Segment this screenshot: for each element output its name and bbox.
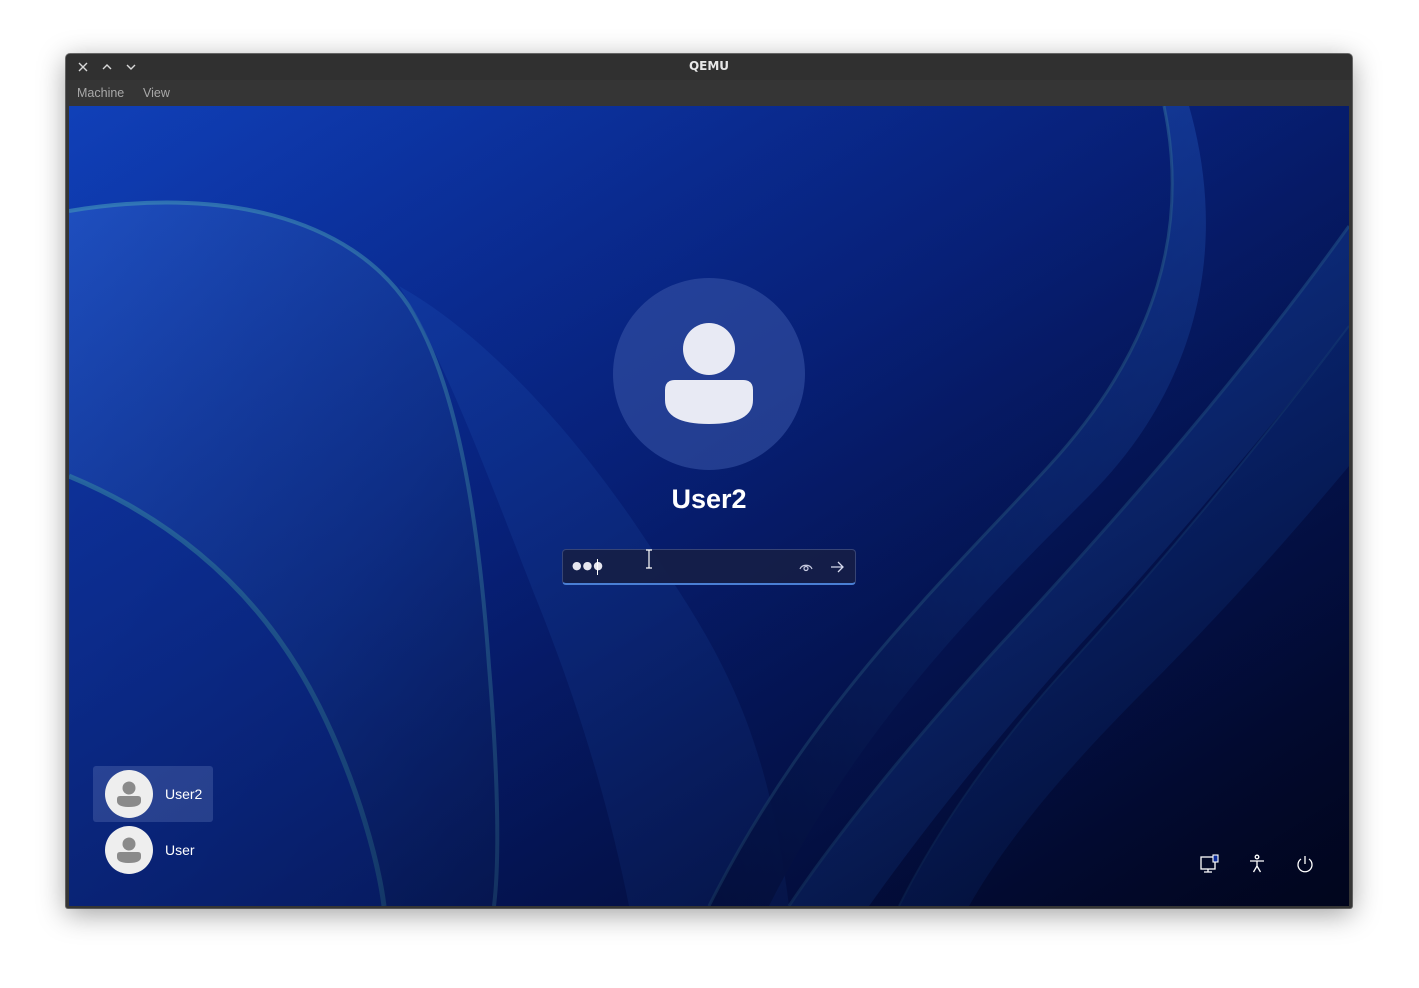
avatar: [105, 770, 153, 818]
user-item-label: User: [165, 842, 195, 858]
person-icon: [665, 323, 753, 424]
menubar: Machine View: [66, 80, 1352, 106]
password-masked-value: ●●●: [572, 559, 604, 572]
ibeam-cursor-icon: [646, 549, 652, 569]
vm-screen[interactable]: User2 ●●● User2 User: [69, 106, 1349, 906]
eye-icon[interactable]: [797, 558, 815, 576]
person-icon: [117, 837, 141, 863]
current-user-avatar: [613, 278, 805, 470]
user-item-user2[interactable]: User2: [93, 766, 213, 822]
avatar: [105, 826, 153, 874]
menu-machine[interactable]: Machine: [77, 86, 124, 100]
arrow-right-icon[interactable]: [827, 557, 847, 577]
titlebar: QEMU: [66, 54, 1352, 80]
text-caret: [597, 559, 598, 575]
power-icon[interactable]: [1294, 853, 1316, 875]
user-item-user[interactable]: User: [93, 822, 213, 878]
user-item-label: User2: [165, 786, 203, 802]
password-input[interactable]: ●●●: [562, 549, 856, 585]
network-icon[interactable]: [1198, 853, 1220, 875]
person-icon: [117, 781, 141, 807]
current-username: User2: [671, 484, 747, 514]
window-title: QEMU: [688, 59, 730, 73]
qemu-window: QEMU Machine View User2 ●●● User2 User: [66, 54, 1352, 908]
menu-view[interactable]: View: [143, 86, 170, 100]
accessibility-icon[interactable]: [1246, 853, 1268, 875]
